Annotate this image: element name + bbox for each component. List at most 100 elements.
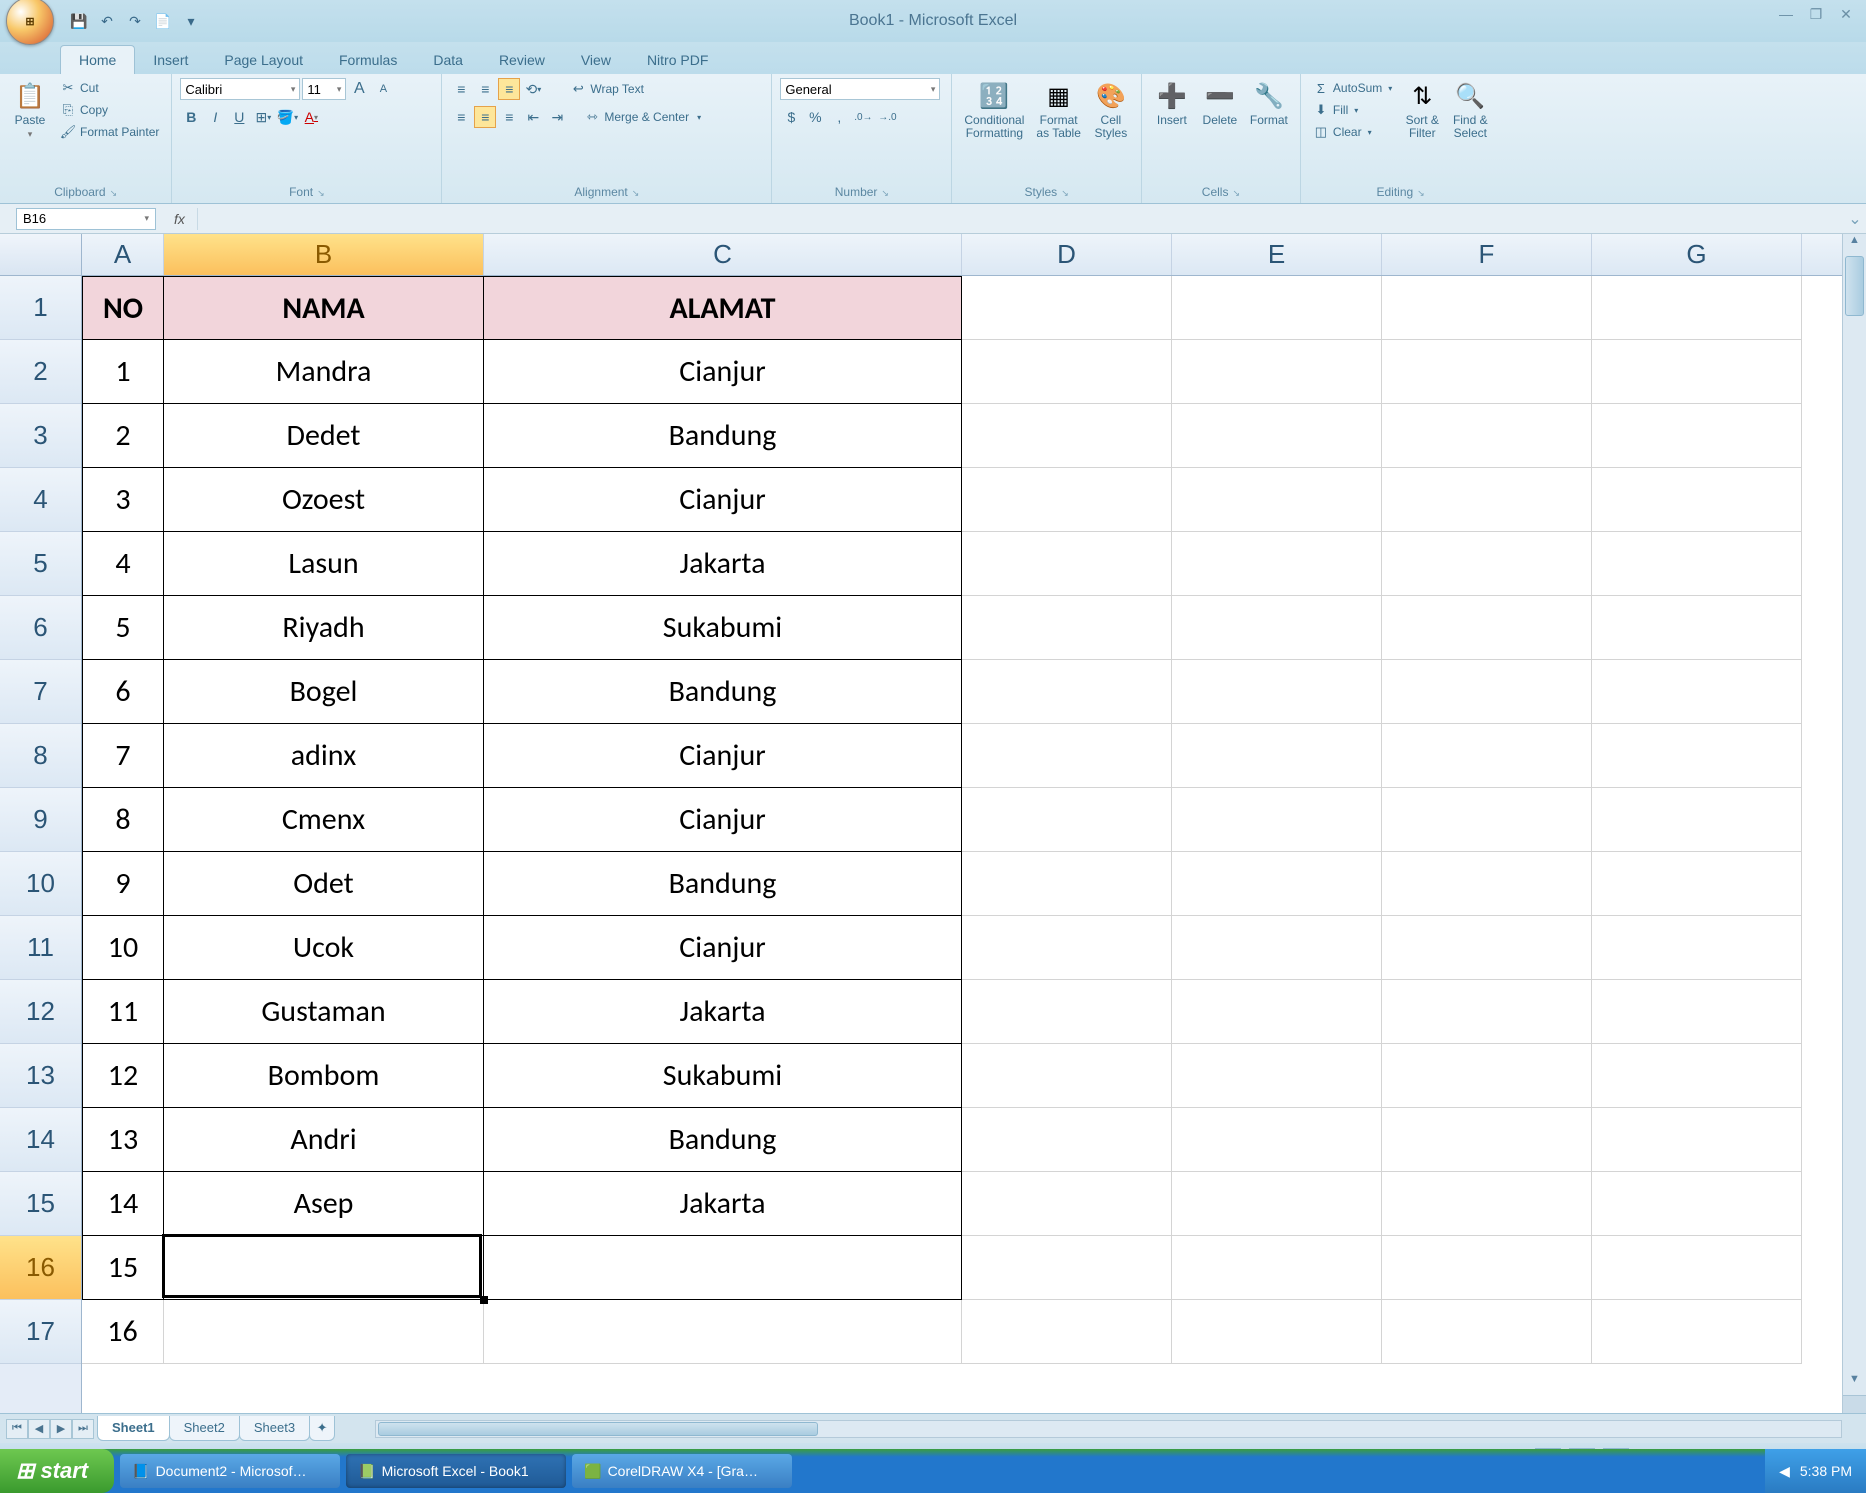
cell-G11[interactable] <box>1592 916 1802 980</box>
cell-C16[interactable] <box>484 1236 962 1300</box>
cell-B14[interactable]: Andri <box>164 1108 484 1172</box>
cell-C3[interactable]: Bandung <box>484 404 962 468</box>
row-header-17[interactable]: 17 <box>0 1300 81 1364</box>
cell-A3[interactable]: 2 <box>82 404 164 468</box>
cell-G14[interactable] <box>1592 1108 1802 1172</box>
cell-A16[interactable]: 15 <box>82 1236 164 1300</box>
row-header-12[interactable]: 12 <box>0 980 81 1044</box>
font-size-combo[interactable]: 11▾ <box>302 78 346 100</box>
cell-F12[interactable] <box>1382 980 1592 1044</box>
cell-E14[interactable] <box>1172 1108 1382 1172</box>
wrap-text-button[interactable]: ↩Wrap Text <box>566 79 648 99</box>
maximize-button[interactable]: ❐ <box>1804 4 1828 24</box>
row-header-6[interactable]: 6 <box>0 596 81 660</box>
taskbar-task[interactable]: 📘Document2 - Microsof… <box>120 1454 340 1488</box>
italic-button[interactable]: I <box>204 106 226 128</box>
cell-B12[interactable]: Gustaman <box>164 980 484 1044</box>
cell-A13[interactable]: 12 <box>82 1044 164 1108</box>
orientation-button[interactable]: ⟲▾ <box>522 78 544 100</box>
cell-C2[interactable]: Cianjur <box>484 340 962 404</box>
row-header-7[interactable]: 7 <box>0 660 81 724</box>
row-header-1[interactable]: 1 <box>0 276 81 340</box>
cell-G5[interactable] <box>1592 532 1802 596</box>
cell-A8[interactable]: 7 <box>82 724 164 788</box>
redo-icon[interactable]: ↷ <box>124 10 146 32</box>
column-header-C[interactable]: C <box>484 234 962 275</box>
row-header-13[interactable]: 13 <box>0 1044 81 1108</box>
column-header-F[interactable]: F <box>1382 234 1592 275</box>
cell-F10[interactable] <box>1382 852 1592 916</box>
cell-D14[interactable] <box>962 1108 1172 1172</box>
cell-E10[interactable] <box>1172 852 1382 916</box>
decrease-indent-button[interactable]: ⇤ <box>522 106 544 128</box>
cell-A1[interactable]: NO <box>82 276 164 340</box>
font-color-button[interactable]: A▾ <box>300 106 322 128</box>
cell-A17[interactable]: 16 <box>82 1300 164 1364</box>
ribbon-tab-insert[interactable]: Insert <box>135 46 206 74</box>
row-header-14[interactable]: 14 <box>0 1108 81 1172</box>
name-box[interactable]: B16▾ <box>16 208 156 230</box>
cell-F6[interactable] <box>1382 596 1592 660</box>
conditional-formatting-button[interactable]: 🔢Conditional Formatting <box>960 78 1028 142</box>
cell-C12[interactable]: Jakarta <box>484 980 962 1044</box>
cell-G1[interactable] <box>1592 276 1802 340</box>
ribbon-tab-data[interactable]: Data <box>415 46 481 74</box>
cell-B7[interactable]: Bogel <box>164 660 484 724</box>
align-bottom-button[interactable]: ≡ <box>498 78 520 100</box>
tray-icon[interactable]: ◀ <box>1779 1463 1790 1480</box>
first-sheet-button[interactable]: ⏮ <box>6 1419 28 1439</box>
cells-area[interactable]: NONAMAALAMAT1MandraCianjur2DedetBandung3… <box>82 276 1866 1364</box>
cell-E12[interactable] <box>1172 980 1382 1044</box>
cell-A9[interactable]: 8 <box>82 788 164 852</box>
align-left-button[interactable]: ≡ <box>450 106 472 128</box>
cell-E5[interactable] <box>1172 532 1382 596</box>
cell-G3[interactable] <box>1592 404 1802 468</box>
ribbon-tab-review[interactable]: Review <box>481 46 563 74</box>
cell-E17[interactable] <box>1172 1300 1382 1364</box>
decrease-decimal-button[interactable]: →.0 <box>876 106 898 128</box>
cell-B16[interactable] <box>164 1236 484 1300</box>
sheet-tab-sheet3[interactable]: Sheet3 <box>239 1416 310 1441</box>
align-center-button[interactable]: ≡ <box>474 106 496 128</box>
cell-A14[interactable]: 13 <box>82 1108 164 1172</box>
cell-C9[interactable]: Cianjur <box>484 788 962 852</box>
cell-B17[interactable] <box>164 1300 484 1364</box>
row-header-15[interactable]: 15 <box>0 1172 81 1236</box>
number-format-combo[interactable]: General▾ <box>780 78 940 100</box>
bold-button[interactable]: B <box>180 106 202 128</box>
cell-F9[interactable] <box>1382 788 1592 852</box>
cell-D10[interactable] <box>962 852 1172 916</box>
cell-B5[interactable]: Lasun <box>164 532 484 596</box>
align-top-button[interactable]: ≡ <box>450 78 472 100</box>
cell-A15[interactable]: 14 <box>82 1172 164 1236</box>
cell-A5[interactable]: 4 <box>82 532 164 596</box>
cell-B3[interactable]: Dedet <box>164 404 484 468</box>
cell-F11[interactable] <box>1382 916 1592 980</box>
new-sheet-button[interactable]: ✦ <box>309 1416 335 1441</box>
cell-D9[interactable] <box>962 788 1172 852</box>
format-cells-button[interactable]: 🔧Format <box>1246 78 1292 129</box>
format-as-table-button[interactable]: ▦Format as Table <box>1032 78 1084 142</box>
row-header-9[interactable]: 9 <box>0 788 81 852</box>
sort-filter-button[interactable]: ⇅Sort & Filter <box>1400 78 1444 142</box>
column-header-A[interactable]: A <box>82 234 164 275</box>
last-sheet-button[interactable]: ⏭ <box>72 1419 94 1439</box>
ribbon-tab-home[interactable]: Home <box>60 45 135 74</box>
new-icon[interactable]: 📄 <box>152 10 174 32</box>
prev-sheet-button[interactable]: ◀ <box>28 1419 50 1439</box>
fill-color-button[interactable]: 🪣▾ <box>276 106 298 128</box>
cell-F1[interactable] <box>1382 276 1592 340</box>
cell-C13[interactable]: Sukabumi <box>484 1044 962 1108</box>
cell-styles-button[interactable]: 🎨Cell Styles <box>1089 78 1133 142</box>
cell-B11[interactable]: Ucok <box>164 916 484 980</box>
cell-D13[interactable] <box>962 1044 1172 1108</box>
scroll-down-button[interactable]: ▼ <box>1843 1373 1866 1393</box>
cell-E2[interactable] <box>1172 340 1382 404</box>
cell-D15[interactable] <box>962 1172 1172 1236</box>
cell-F16[interactable] <box>1382 1236 1592 1300</box>
taskbar-task[interactable]: 📗Microsoft Excel - Book1 <box>346 1454 566 1488</box>
cell-G2[interactable] <box>1592 340 1802 404</box>
cell-B9[interactable]: Cmenx <box>164 788 484 852</box>
row-header-16[interactable]: 16 <box>0 1236 81 1300</box>
close-button[interactable]: ✕ <box>1834 4 1858 24</box>
